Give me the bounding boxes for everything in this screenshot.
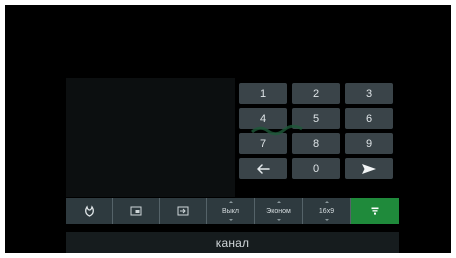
backspace-arrow-icon	[256, 163, 270, 174]
toolbar-channel-button[interactable]	[351, 198, 399, 224]
caret-down-icon	[228, 219, 233, 221]
key-backspace[interactable]	[239, 158, 287, 179]
key-1[interactable]: 1	[239, 83, 287, 104]
key-5[interactable]: 5	[292, 108, 340, 129]
toolbar-economy-label: Эконом	[266, 207, 291, 215]
toolbar-source-button[interactable]	[66, 198, 113, 224]
key-6[interactable]: 6	[345, 108, 393, 129]
toolbar-off-label: Выкл	[222, 207, 239, 215]
key-4[interactable]: 4	[239, 108, 287, 129]
key-7[interactable]: 7	[239, 133, 287, 154]
send-arrow-icon	[361, 163, 377, 175]
bottom-toolbar: Выкл Эконом 16x9	[66, 198, 399, 224]
numeric-keypad: 1 2 3 4 5 6 7 8 9 0	[239, 83, 393, 179]
toolbar-input-button[interactable]	[160, 198, 207, 224]
key-8[interactable]: 8	[292, 133, 340, 154]
video-preview	[66, 78, 235, 197]
toolbar-aspect-label: 16x9	[318, 207, 335, 215]
key-2[interactable]: 2	[292, 83, 340, 104]
toolbar-off-button[interactable]: Выкл	[207, 198, 255, 224]
channel-list-icon	[371, 207, 379, 215]
tv-antenna-icon	[84, 205, 95, 217]
caret-down-icon	[276, 219, 281, 221]
caret-up-icon	[276, 201, 281, 203]
toolbar-aspect-button[interactable]: 16x9	[303, 198, 351, 224]
key-enter[interactable]	[345, 158, 393, 179]
caret-down-icon	[324, 219, 329, 221]
picture-in-picture-icon	[130, 206, 142, 216]
key-0[interactable]: 0	[292, 158, 340, 179]
input-icon	[177, 206, 189, 216]
toolbar-economy-button[interactable]: Эконом	[255, 198, 303, 224]
key-3[interactable]: 3	[345, 83, 393, 104]
caret-up-icon	[324, 201, 329, 203]
caret-up-icon	[228, 201, 233, 203]
toolbar-pip-button[interactable]	[113, 198, 160, 224]
key-9[interactable]: 9	[345, 133, 393, 154]
status-label-bar: канал	[66, 232, 399, 253]
status-label: канал	[215, 235, 250, 250]
tv-screen: 1 2 3 4 5 6 7 8 9 0 Выкл Эконом 16x9 кан…	[5, 5, 451, 253]
